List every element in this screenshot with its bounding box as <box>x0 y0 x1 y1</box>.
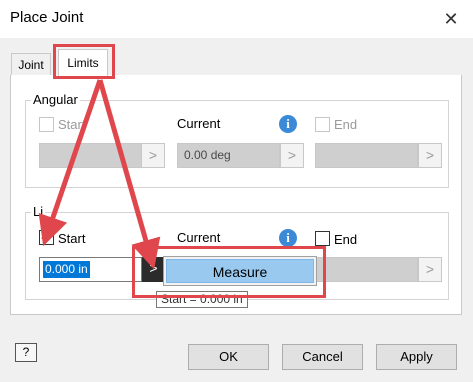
ok-button[interactable]: OK <box>188 344 269 370</box>
arrow-to-measure-button <box>97 79 161 270</box>
annotation-arrows <box>38 79 161 270</box>
arrow-to-start-checkbox <box>38 79 103 247</box>
help-icon[interactable]: ? <box>15 343 37 362</box>
cancel-button[interactable]: Cancel <box>282 344 363 370</box>
apply-button[interactable]: Apply <box>376 344 457 370</box>
